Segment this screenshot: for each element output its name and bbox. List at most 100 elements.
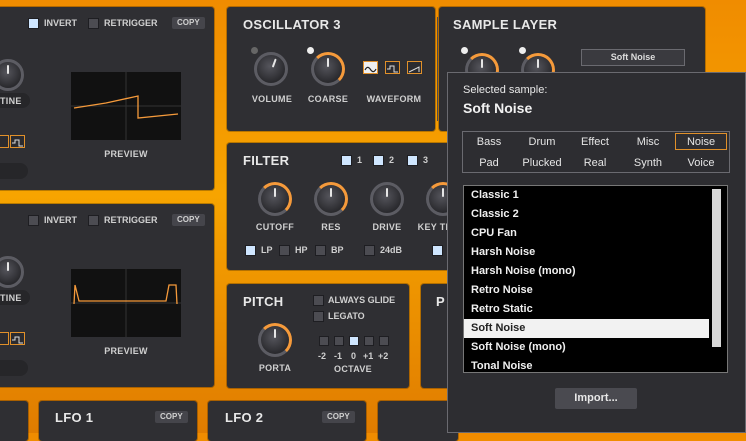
always-glide-label: ALWAYS GLIDE xyxy=(328,295,396,305)
lfo-1-copy-button[interactable]: COPY xyxy=(155,411,188,423)
list-item-selected[interactable]: Soft Noise xyxy=(464,319,709,338)
square-wave-button[interactable] xyxy=(10,332,25,345)
octave-minus-1[interactable] xyxy=(334,336,344,346)
filter-extra-checkbox[interactable] xyxy=(432,245,443,256)
waveform-button[interactable] xyxy=(0,332,9,345)
list-item[interactable]: CPU Fan xyxy=(471,227,517,239)
volume-knob[interactable] xyxy=(254,52,288,86)
sample-selector-button[interactable]: Soft Noise xyxy=(581,49,685,66)
square-wave-icon xyxy=(12,139,23,147)
category-noise[interactable]: Noise xyxy=(675,133,727,150)
retrigger-checkbox[interactable] xyxy=(88,215,99,226)
invert-label: INVERT xyxy=(44,18,78,28)
copy-button[interactable]: COPY xyxy=(172,214,205,226)
lfo-2-panel: LFO 2 COPY xyxy=(208,401,366,441)
pitch-panel: PITCH ALWAYS GLIDE LEGATO PORTA -2 -1 0 … xyxy=(227,284,409,388)
retrigger-checkbox[interactable] xyxy=(88,18,99,29)
filter-tab-2-checkbox[interactable] xyxy=(373,155,384,166)
category-plucked[interactable]: Plucked xyxy=(516,157,568,169)
lfo-1-panel: LFO 1 COPY xyxy=(39,401,197,441)
list-item[interactable]: Classic 2 xyxy=(471,208,519,220)
waveform-preview xyxy=(71,72,181,140)
filter-tab-3-checkbox[interactable] xyxy=(407,155,418,166)
waveform-button[interactable] xyxy=(0,135,9,148)
copy-button[interactable]: COPY xyxy=(172,17,205,29)
filter-tab-1-label: 1 xyxy=(357,155,363,165)
octave-0[interactable] xyxy=(349,336,359,346)
list-scrollbar[interactable] xyxy=(712,189,721,347)
invert-label: INVERT xyxy=(44,215,78,225)
filter-tab-3-label: 3 xyxy=(423,155,429,165)
lfo-2-title: LFO 2 xyxy=(225,410,264,425)
fine-tune-knob[interactable] xyxy=(0,59,24,91)
portamento-label: PORTA xyxy=(258,363,292,373)
preview-label: PREVIEW xyxy=(104,346,148,356)
portamento-knob[interactable] xyxy=(258,323,292,357)
category-misc[interactable]: Misc xyxy=(622,136,674,148)
lfo-1-title: LFO 1 xyxy=(55,410,94,425)
list-item[interactable]: Retro Static xyxy=(471,303,533,315)
coarse-label: COARSE xyxy=(307,94,349,104)
oscillator-1-panel: INVERT RETRIGGER COPY TINE PREVIEW xyxy=(0,204,214,387)
square-wave-button[interactable] xyxy=(385,61,400,74)
saw-wave-button[interactable] xyxy=(407,61,422,74)
octave-minus-2[interactable] xyxy=(319,336,329,346)
slope-checkbox[interactable] xyxy=(364,245,375,256)
octave-plus-1[interactable] xyxy=(364,336,374,346)
sample-list[interactable]: Classic 1 Classic 2 CPU Fan Harsh Noise … xyxy=(463,185,728,373)
resonance-label: RES xyxy=(321,222,341,232)
category-effect[interactable]: Effect xyxy=(569,136,621,148)
cutoff-knob[interactable] xyxy=(258,182,292,216)
list-item[interactable]: Soft Noise (mono) xyxy=(471,341,566,353)
sample-layer-title: SAMPLE LAYER xyxy=(453,17,558,32)
sample-volume-dot xyxy=(461,47,468,54)
always-glide-checkbox[interactable] xyxy=(313,295,324,306)
lp-checkbox[interactable] xyxy=(245,245,256,256)
sine-wave-button[interactable] xyxy=(363,61,378,74)
octave-value-minus-2: -2 xyxy=(318,351,327,361)
volume-indicator-dot xyxy=(251,47,258,54)
fine-tune-label: TINE xyxy=(0,96,22,106)
list-item[interactable]: Classic 1 xyxy=(471,189,519,201)
selected-sample-name: Soft Noise xyxy=(463,100,533,116)
unison-field[interactable] xyxy=(0,163,28,179)
hp-checkbox[interactable] xyxy=(279,245,290,256)
list-item[interactable]: Harsh Noise xyxy=(471,246,535,258)
list-item[interactable]: Retro Noise xyxy=(471,284,533,296)
category-pad[interactable]: Pad xyxy=(463,157,515,169)
category-real[interactable]: Real xyxy=(569,157,621,169)
octave-label: OCTAVE xyxy=(334,364,372,374)
divider xyxy=(437,17,438,121)
lfo-2-copy-button[interactable]: COPY xyxy=(322,411,355,423)
resonance-knob[interactable] xyxy=(314,182,348,216)
pitch-title: PITCH xyxy=(243,294,284,309)
octave-value-plus-2: +2 xyxy=(378,351,389,361)
list-item[interactable]: Harsh Noise (mono) xyxy=(471,265,576,277)
category-bass[interactable]: Bass xyxy=(463,136,515,148)
fine-tune-knob[interactable] xyxy=(0,256,24,288)
octave-value-minus-1: -1 xyxy=(334,351,343,361)
oscillator-2-panel: INVERT RETRIGGER COPY TINE PREVIEW xyxy=(0,7,214,190)
invert-checkbox[interactable] xyxy=(28,215,39,226)
bp-checkbox[interactable] xyxy=(315,245,326,256)
oscillator-3-panel: OSCILLATOR 3 VOLUME COARSE WAVEFORM xyxy=(227,7,435,131)
octave-plus-2[interactable] xyxy=(379,336,389,346)
invert-checkbox[interactable] xyxy=(28,18,39,29)
filter-tab-1-checkbox[interactable] xyxy=(341,155,352,166)
unison-field[interactable] xyxy=(0,360,28,376)
import-button[interactable]: Import... xyxy=(555,388,637,409)
retrigger-label: RETRIGGER xyxy=(104,215,158,225)
drive-knob[interactable] xyxy=(370,182,404,216)
category-synth[interactable]: Synth xyxy=(622,157,674,169)
square-wave-button[interactable] xyxy=(10,135,25,148)
list-item[interactable]: Tonal Noise xyxy=(471,360,533,372)
legato-checkbox[interactable] xyxy=(313,311,324,322)
oscillator-3-title: OSCILLATOR 3 xyxy=(243,17,341,32)
category-drum[interactable]: Drum xyxy=(516,136,568,148)
coarse-knob[interactable] xyxy=(311,52,345,86)
category-voice[interactable]: Voice xyxy=(675,157,727,169)
lp-label: LP xyxy=(261,245,273,255)
bp-label: BP xyxy=(331,245,344,255)
legato-label: LEGATO xyxy=(328,311,365,321)
waveform-label: WAVEFORM xyxy=(366,94,422,104)
